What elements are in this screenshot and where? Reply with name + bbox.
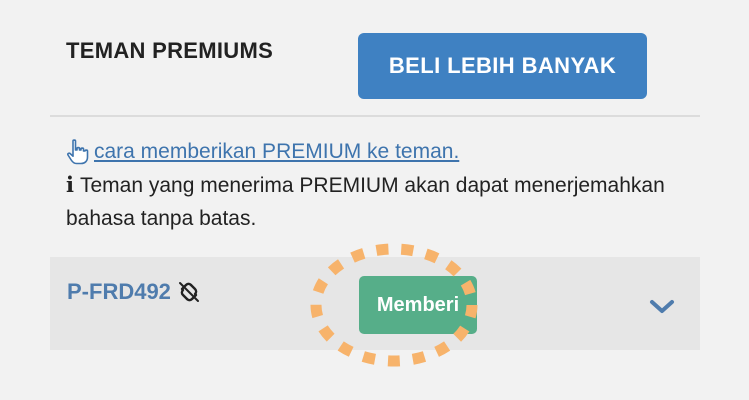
pointing-hand-icon — [66, 138, 90, 165]
buy-more-button[interactable]: BELI LEBIH BANYAK — [358, 33, 647, 99]
friend-id: P-FRD492 — [67, 279, 171, 304]
how-to-link-row[interactable]: cara memberikan PREMIUM ke teman. — [66, 135, 696, 168]
how-to-give-premium-link[interactable]: cara memberikan PREMIUM ke teman. — [94, 135, 459, 168]
premium-friends-header: TEMAN PREMIUMS BELI LEBIH BANYAK — [50, 0, 700, 117]
info-icon: i — [66, 172, 74, 197]
info-section: cara memberikan PREMIUM ke teman. i Teman… — [66, 135, 696, 235]
page-title: TEMAN PREMIUMS — [66, 38, 274, 63]
description-row: i Teman yang menerima PREMIUM akan dapat … — [66, 168, 696, 235]
highlight-ring — [310, 243, 478, 367]
broken-link-icon[interactable] — [177, 280, 201, 304]
chevron-down-icon[interactable] — [648, 297, 676, 317]
friend-id-group: P-FRD492 — [67, 279, 201, 305]
description-text: Teman yang menerima PREMIUM akan dapat m… — [66, 174, 665, 230]
